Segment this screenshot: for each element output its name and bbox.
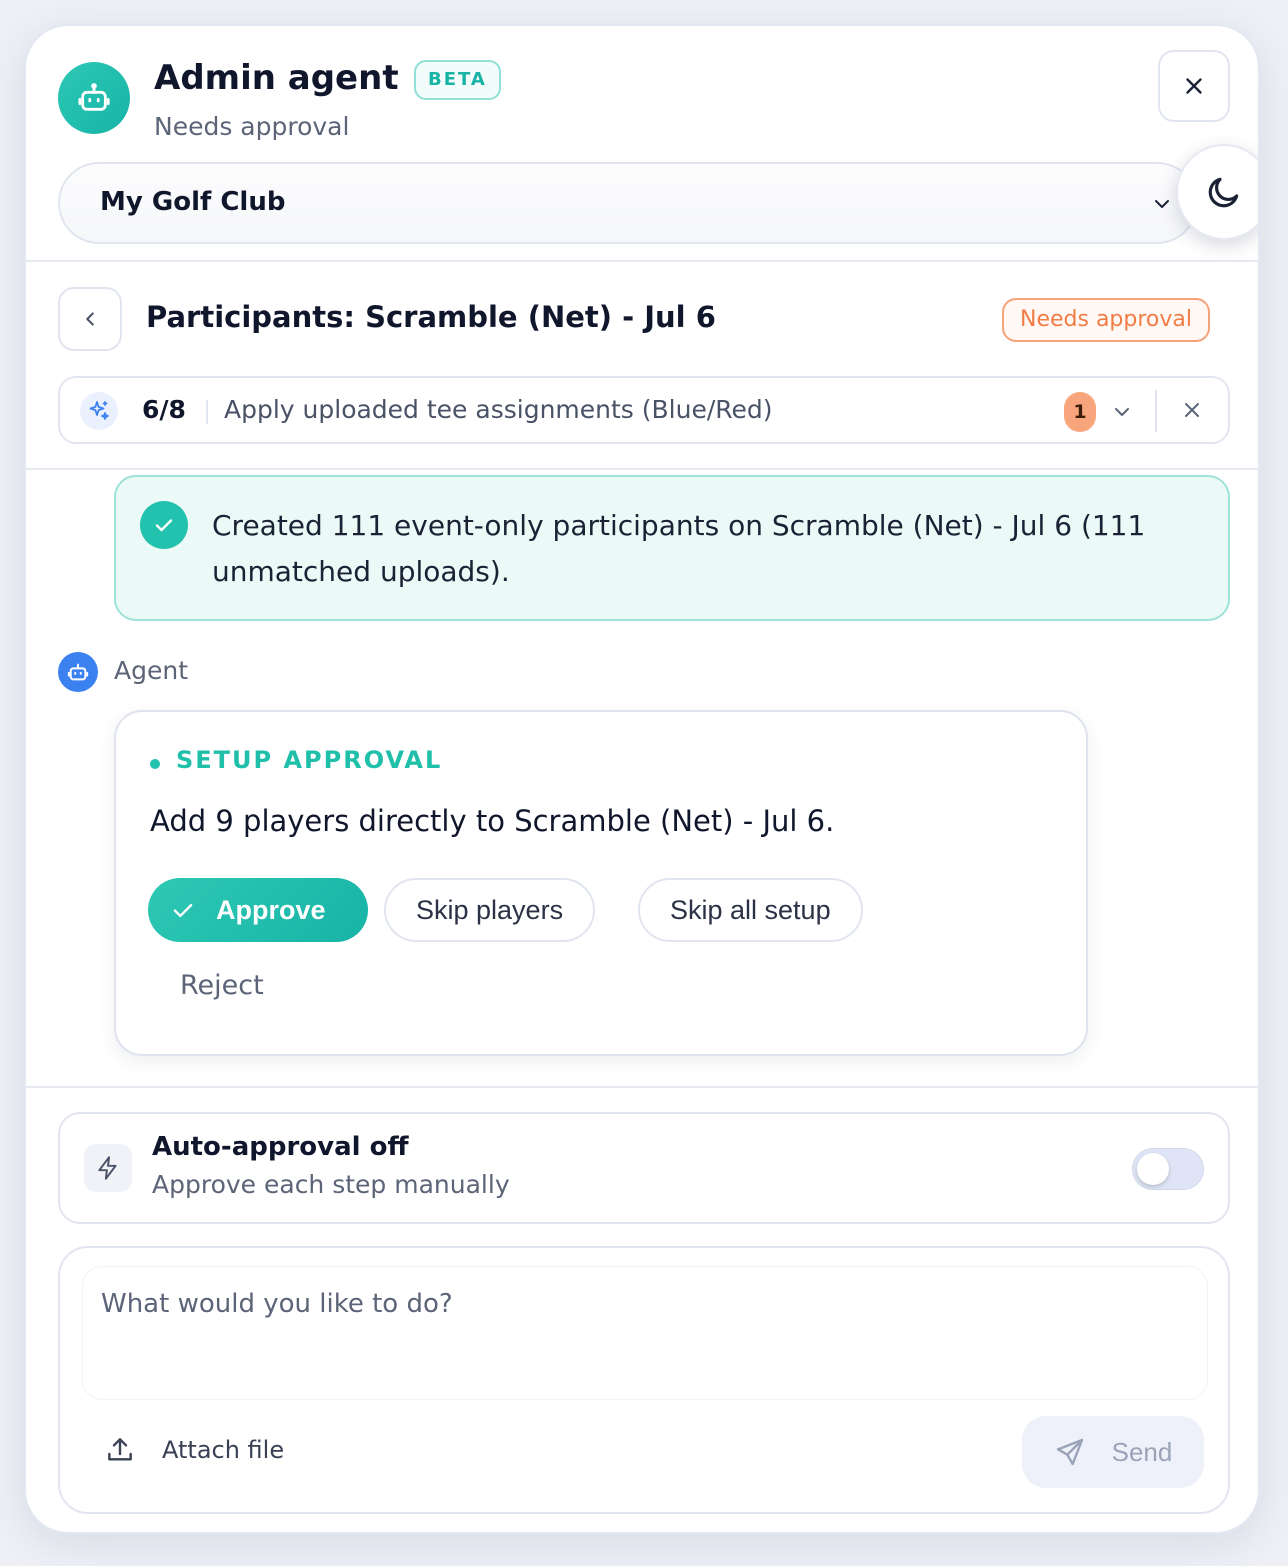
success-message: Created 111 event-only participants on S… xyxy=(114,475,1230,621)
close-panel-button[interactable] xyxy=(1158,50,1230,122)
approve-button[interactable]: Approve xyxy=(148,878,368,942)
agent-label: Agent xyxy=(114,656,188,685)
close-icon xyxy=(1186,78,1202,94)
sparkles-icon xyxy=(80,392,118,430)
auto-approval-subtitle: Approve each step manually xyxy=(152,1170,510,1199)
robot-icon xyxy=(58,652,98,692)
close-icon[interactable] xyxy=(1180,398,1204,422)
task-description: Apply uploaded tee assignments (Blue/Red… xyxy=(224,395,773,424)
reject-button[interactable]: Reject xyxy=(180,970,264,1001)
divider xyxy=(1155,390,1157,432)
task-step-counter: 6/8 xyxy=(142,395,186,424)
chevron-left-icon xyxy=(86,312,94,326)
lightning-icon xyxy=(84,1144,132,1192)
admin-agent-panel: Admin agent BETA Needs approval My Golf … xyxy=(24,24,1260,1534)
club-select[interactable]: My Golf Club xyxy=(58,162,1198,244)
auto-approval-title: Auto-approval off xyxy=(152,1132,409,1162)
prompt-input[interactable] xyxy=(82,1266,1208,1400)
send-icon xyxy=(1056,1438,1083,1466)
context-title: Participants: Scramble (Net) - Jul 6 xyxy=(146,300,716,334)
robot-icon xyxy=(58,62,130,134)
attach-file-label: Attach file xyxy=(162,1436,285,1464)
composer-area: Auto-approval off Approve each step manu… xyxy=(26,1086,1258,1532)
attach-file-button[interactable]: Attach file xyxy=(104,1434,284,1466)
upload-icon xyxy=(108,1438,132,1461)
check-icon xyxy=(173,903,193,918)
message-composer: Attach file Send xyxy=(58,1246,1230,1514)
moon-icon xyxy=(1208,177,1239,208)
auto-approval-setting: Auto-approval off Approve each step manu… xyxy=(58,1112,1230,1224)
conversation-feed: Created 111 event-only participants on S… xyxy=(26,472,1258,1086)
chevron-down-icon xyxy=(1155,200,1169,208)
status-dot xyxy=(150,759,160,769)
club-select-value: My Golf Club xyxy=(100,187,286,217)
skip-players-button[interactable]: Skip players xyxy=(384,878,596,942)
pending-count-badge: 1 xyxy=(1064,392,1096,432)
approval-kicker: SETUP APPROVAL xyxy=(176,746,443,774)
toggle-knob xyxy=(1137,1153,1169,1185)
agent-status-text: Needs approval xyxy=(154,112,350,141)
beta-badge: BETA xyxy=(414,60,501,100)
context-bar: Participants: Scramble (Net) - Jul 6 Nee… xyxy=(26,264,1258,470)
page-title: Admin agent xyxy=(154,58,399,98)
check-icon xyxy=(140,501,188,549)
send-button[interactable]: Send xyxy=(1022,1416,1204,1488)
divider xyxy=(206,400,208,424)
auto-approval-toggle[interactable] xyxy=(1132,1148,1204,1190)
task-progress-bar[interactable]: 6/8 Apply uploaded tee assignments (Blue… xyxy=(58,376,1230,444)
approve-label: Approve xyxy=(216,894,326,925)
skip-all-setup-button[interactable]: Skip all setup xyxy=(638,878,863,942)
back-button[interactable] xyxy=(58,287,122,351)
header: Admin agent BETA Needs approval My Golf … xyxy=(26,26,1258,262)
chevron-down-icon[interactable] xyxy=(1110,400,1134,424)
success-text: Created 111 event-only participants on S… xyxy=(212,509,1146,588)
approval-description: Add 9 players directly to Scramble (Net)… xyxy=(150,804,835,838)
status-badge: Needs approval xyxy=(1002,298,1210,342)
setup-approval-card: SETUP APPROVAL Add 9 players directly to… xyxy=(114,710,1088,1056)
send-label: Send xyxy=(1111,1436,1173,1467)
